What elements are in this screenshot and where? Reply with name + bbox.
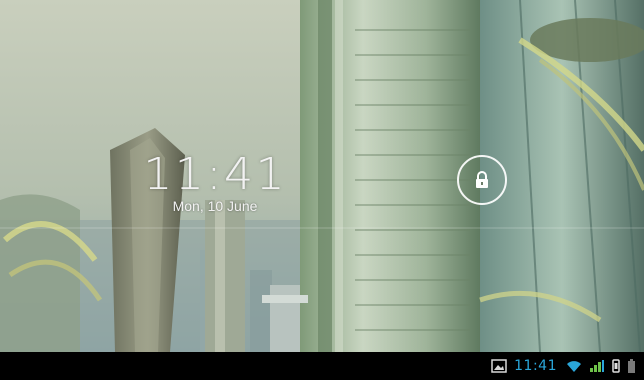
sync-icon [612, 359, 620, 373]
unlock-button[interactable] [457, 155, 507, 205]
status-icons: 11:41 [491, 358, 644, 374]
clock-time: 11:41 [143, 149, 287, 200]
image-notification-icon[interactable] [491, 359, 507, 373]
wallpaper-city [0, 0, 644, 352]
lock-screen: 11:41 Mon, 10 June 11:41 [0, 0, 644, 380]
clock-date: Mon, 10 June [172, 198, 258, 214]
lockscreen-clock: 11:41 Mon, 10 June [140, 150, 290, 215]
wifi-icon [566, 359, 582, 373]
battery-icon [627, 359, 636, 373]
signal-icon [589, 359, 605, 373]
status-bar: 11:41 [0, 352, 644, 380]
lock-icon [476, 171, 488, 188]
status-time: 11:41 [514, 358, 557, 374]
